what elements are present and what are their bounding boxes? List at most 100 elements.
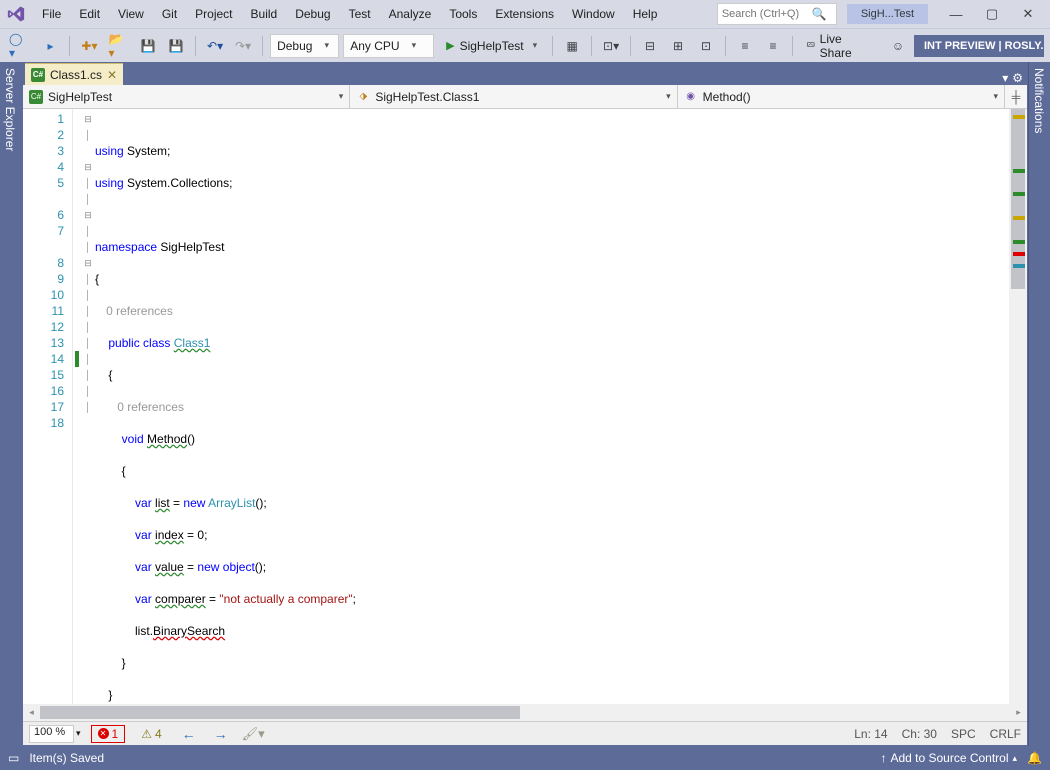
menu-build[interactable]: Build: [243, 3, 286, 25]
tb-icon-5[interactable]: ⊡: [694, 34, 718, 58]
vertical-scrollbar[interactable]: [1009, 109, 1027, 704]
fold-column: ⊟│⊟││⊟││⊟│││││││││: [81, 109, 95, 704]
nav-back-icon[interactable]: ◯ ▾: [6, 34, 34, 58]
tb-icon-2[interactable]: ⊡▾: [599, 34, 623, 58]
hscroll-track[interactable]: [40, 704, 1010, 721]
open-icon[interactable]: 📂▾: [105, 34, 132, 58]
fold-icon[interactable]: ⊟: [81, 111, 95, 127]
nav-class-dropdown[interactable]: ⬗ SigHelpTest.Class1: [350, 85, 677, 108]
platform-dropdown[interactable]: Any CPU: [343, 34, 434, 58]
line-number-gutter: 123456789101112131415161718: [23, 109, 73, 704]
notifications-tab[interactable]: Notifications: [1032, 68, 1046, 740]
upload-icon: ↑: [880, 751, 886, 765]
minimize-button[interactable]: —: [938, 2, 974, 26]
redo-icon[interactable]: ↷▾: [231, 34, 255, 58]
split-editor-icon[interactable]: ╪: [1005, 85, 1027, 108]
horizontal-scrollbar[interactable]: ◂ ▸: [23, 704, 1027, 721]
file-tab-class1[interactable]: C# Class1.cs ✕: [25, 63, 123, 85]
menu-bar: File Edit View Git Project Build Debug T…: [0, 0, 1050, 28]
server-explorer-tab[interactable]: Server Explorer: [3, 68, 17, 740]
scrollbar-overview: [1009, 109, 1027, 704]
close-button[interactable]: ✕: [1010, 2, 1046, 26]
tab-settings-icon[interactable]: ⚙: [1012, 71, 1023, 85]
maximize-button[interactable]: ▢: [974, 2, 1010, 26]
source-control-button[interactable]: ↑ Add to Source Control ▴: [880, 751, 1017, 765]
tb-icon-3[interactable]: ⊟: [638, 34, 662, 58]
hscroll-right-icon[interactable]: ▸: [1010, 704, 1027, 721]
menu-extensions[interactable]: Extensions: [487, 3, 562, 25]
status-message: Item(s) Saved: [29, 751, 104, 765]
file-tab-label: Class1.cs: [50, 68, 102, 82]
code-editor[interactable]: 123456789101112131415161718 ⊟│⊟││⊟││⊟│││…: [23, 109, 1027, 704]
search-input[interactable]: [722, 8, 812, 20]
tb-icon-7[interactable]: ≡: [761, 34, 785, 58]
tb-icon-4[interactable]: ⊞: [666, 34, 690, 58]
prev-issue-icon[interactable]: ←: [178, 726, 200, 742]
hscroll-left-icon[interactable]: ◂: [23, 704, 40, 721]
navigation-bar: C# SigHelpTest ⬗ SigHelpTest.Class1 ◉ Me…: [23, 85, 1027, 109]
share-icon: ⮹: [806, 38, 816, 53]
menu-tools[interactable]: Tools: [441, 3, 485, 25]
output-window-icon[interactable]: ▭: [8, 751, 19, 765]
menu-window[interactable]: Window: [564, 3, 623, 25]
tab-dropdown-icon[interactable]: ▾: [1002, 71, 1008, 85]
bell-icon[interactable]: 🔔: [1027, 751, 1042, 765]
right-toolwindow-tabs: Notifications Properties: [1028, 62, 1050, 746]
next-issue-icon[interactable]: →: [210, 726, 232, 742]
position-indicators: Ln: 14 Ch: 30 SPC CRLF: [854, 727, 1021, 741]
nav-member-label: Method(): [703, 90, 751, 104]
menu-help[interactable]: Help: [625, 3, 666, 25]
error-badge[interactable]: ✕1: [91, 725, 126, 743]
menu-git[interactable]: Git: [154, 3, 185, 25]
vs-logo-icon: [4, 2, 28, 26]
hscroll-thumb[interactable]: [40, 706, 520, 719]
start-debug-button[interactable]: ▶SigHelpTest: [438, 34, 545, 58]
status-bar: ▭ Item(s) Saved ↑ Add to Source Control …: [0, 746, 1050, 770]
editor-status-bar: 100 % ▾ ✕1 ⚠4 ← → 🖌▾ Ln: 14 Ch: 30 SPC C…: [23, 721, 1027, 745]
search-box[interactable]: 🔍: [717, 3, 837, 25]
warning-badge[interactable]: ⚠4: [135, 727, 167, 741]
nav-fwd-icon[interactable]: ▸: [38, 34, 62, 58]
class-icon: ⬗: [356, 90, 370, 104]
error-circle-icon: ✕: [98, 728, 109, 739]
fold-icon[interactable]: ⊟: [81, 255, 95, 271]
zoom-control[interactable]: 100 % ▾: [29, 725, 81, 743]
tb-icon-6[interactable]: ≡: [733, 34, 757, 58]
document-tabs: C# Class1.cs ✕ ▾ ⚙: [23, 63, 1027, 85]
csharp-project-icon: C#: [29, 90, 43, 104]
menu-file[interactable]: File: [34, 3, 69, 25]
nav-member-dropdown[interactable]: ◉ Method(): [678, 85, 1005, 108]
close-tab-icon[interactable]: ✕: [107, 68, 117, 82]
cleanup-icon[interactable]: 🖌▾: [242, 726, 265, 742]
method-icon: ◉: [684, 90, 698, 104]
menu-view[interactable]: View: [110, 3, 152, 25]
config-dropdown[interactable]: Debug: [270, 34, 339, 58]
menu-project[interactable]: Project: [187, 3, 240, 25]
liveshare-button[interactable]: ⮹ Live Share: [800, 32, 882, 60]
toolbar: ◯ ▾ ▸ ✚▾ 📂▾ 💾 💾 ↶▾ ↷▾ Debug Any CPU ▶Sig…: [0, 28, 1050, 62]
menu-edit[interactable]: Edit: [71, 3, 108, 25]
zoom-value[interactable]: 100 %: [29, 725, 74, 743]
warning-icon: ⚠: [141, 727, 152, 741]
nav-project-label: SigHelpTest: [48, 90, 112, 104]
change-indicator-column: [73, 109, 81, 704]
menu-test[interactable]: Test: [341, 3, 379, 25]
code-content[interactable]: using System; using System.Collections; …: [95, 109, 1009, 704]
fold-icon[interactable]: ⊟: [81, 159, 95, 175]
save-all-icon[interactable]: 💾: [164, 34, 188, 58]
menu-analyze[interactable]: Analyze: [381, 3, 440, 25]
undo-icon[interactable]: ↶▾: [203, 34, 227, 58]
new-item-icon[interactable]: ✚▾: [77, 34, 101, 58]
lineending-indicator[interactable]: CRLF: [990, 727, 1021, 741]
left-toolwindow-tabs: Server Explorer Toolbox: [0, 62, 22, 746]
tb-icon-1[interactable]: ▦: [560, 34, 584, 58]
nav-project-dropdown[interactable]: C# SigHelpTest: [23, 85, 350, 108]
csharp-file-icon: C#: [31, 68, 45, 82]
liveshare-label: Live Share: [820, 32, 876, 60]
zoom-dropdown-icon[interactable]: ▾: [76, 728, 81, 739]
fold-icon[interactable]: ⊟: [81, 207, 95, 223]
menu-debug[interactable]: Debug: [287, 3, 338, 25]
save-icon[interactable]: 💾: [136, 34, 160, 58]
indent-indicator[interactable]: SPC: [951, 727, 976, 741]
feedback-icon[interactable]: ☺: [886, 34, 910, 58]
